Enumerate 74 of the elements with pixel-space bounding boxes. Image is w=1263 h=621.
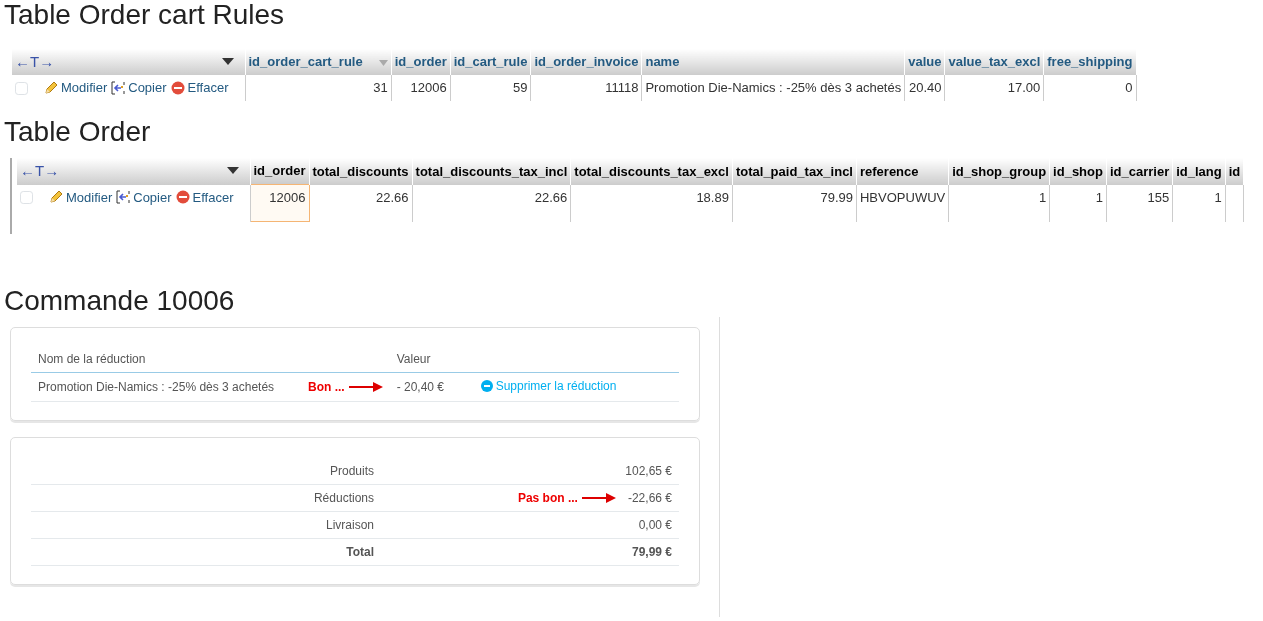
- annotation-note: Bon ...: [308, 378, 345, 396]
- total-label: Livraison: [31, 511, 381, 539]
- total-value: 79,99 €: [631, 543, 672, 561]
- column-header[interactable]: id_order_cart_rule: [245, 48, 392, 76]
- total-value: 102,65 €: [625, 462, 672, 480]
- table-cell: 0: [1043, 75, 1136, 102]
- minus-circle-icon: [480, 379, 493, 392]
- column-header: total_paid_tax_incl: [732, 158, 857, 185]
- column-toggle[interactable]: ←T→: [15, 50, 55, 74]
- column-header: total_discounts: [309, 158, 413, 185]
- total-label: Réductions: [31, 484, 381, 512]
- column-header[interactable]: id_order: [391, 48, 451, 76]
- delete-icon: [170, 81, 185, 96]
- table-cell: 20.40: [904, 75, 945, 102]
- copy-link[interactable]: Copier: [111, 78, 167, 98]
- dropdown-icon[interactable]: [221, 58, 234, 67]
- table-cell: 18.89: [570, 184, 733, 222]
- total-value: 0,00 €: [638, 516, 672, 534]
- column-header: total_discounts_tax_incl: [412, 158, 571, 185]
- discount-name: Promotion Die-Namics : -25% dès 3 achetés: [31, 372, 301, 402]
- table-cell: Promotion Die-Namics : -25% dès 3 achetés: [641, 75, 905, 102]
- total-label: Produits: [31, 457, 381, 485]
- order-title: Commande 10006: [4, 286, 236, 317]
- table-title: Table Order cart Rules: [4, 0, 286, 31]
- column-header[interactable]: value: [904, 48, 945, 76]
- column-header: id_lang: [1172, 158, 1226, 185]
- column-toggle[interactable]: ←T→: [20, 160, 60, 183]
- table-cell: 12006: [250, 184, 309, 222]
- column-header[interactable]: value_tax_excl: [944, 48, 1044, 76]
- delete-icon: [175, 190, 190, 205]
- table-cell: 22.66: [309, 184, 413, 222]
- table-cell: 59: [450, 75, 531, 102]
- column-header[interactable]: free_shipping: [1043, 48, 1136, 76]
- total-label: Total: [31, 538, 381, 566]
- discount-value: - 20,40 €: [389, 372, 474, 402]
- edit-link[interactable]: Modifier: [44, 78, 108, 98]
- table-cell: HBVOPUWUV: [856, 184, 949, 222]
- table-cell: 22.66: [412, 184, 571, 222]
- column-header: id_shop_group: [948, 158, 1050, 185]
- column-header: id_order: [250, 158, 309, 185]
- table-cell: 1: [1049, 184, 1107, 222]
- column-header: id_carrier: [1106, 158, 1173, 185]
- dropdown-icon[interactable]: [226, 167, 239, 176]
- row-checkbox[interactable]: [15, 81, 28, 95]
- column-header: id_shop: [1049, 158, 1107, 185]
- column-header: Valeur: [389, 341, 474, 373]
- table-cell: 155: [1106, 184, 1173, 222]
- edit-link[interactable]: Modifier: [49, 187, 113, 208]
- column-header[interactable]: id_order_invoice: [530, 48, 642, 76]
- total-value: -22,66 €: [627, 489, 672, 507]
- copy-icon: [111, 81, 126, 96]
- annotation-note: Pas bon ...: [517, 489, 578, 507]
- table-cell: 31: [245, 75, 392, 102]
- table-cell: 17.00: [944, 75, 1044, 102]
- table-cell: 12006: [391, 75, 451, 102]
- copy-link[interactable]: Copier: [116, 187, 172, 208]
- column-header[interactable]: name: [641, 48, 905, 76]
- arrow-icon: [348, 380, 383, 393]
- row-checkbox[interactable]: [20, 190, 33, 204]
- column-header: reference: [856, 158, 949, 185]
- table-cell: 1: [948, 184, 1050, 222]
- table-cell: 1: [1172, 184, 1226, 222]
- arrow-icon: [581, 491, 616, 504]
- table-cell: 11118: [530, 75, 642, 102]
- copy-icon: [116, 190, 131, 205]
- delete-link[interactable]: Effacer: [170, 78, 229, 98]
- pencil-icon: [49, 190, 63, 205]
- column-header: total_discounts_tax_excl: [570, 158, 733, 185]
- column-header[interactable]: id_cart_rule: [450, 48, 531, 76]
- column-header: Nom de la réduction: [31, 341, 301, 373]
- table-title: Table Order: [4, 117, 152, 149]
- table-cell: 79.99: [732, 184, 857, 222]
- pencil-icon: [44, 81, 58, 96]
- delete-link[interactable]: Effacer: [175, 187, 234, 208]
